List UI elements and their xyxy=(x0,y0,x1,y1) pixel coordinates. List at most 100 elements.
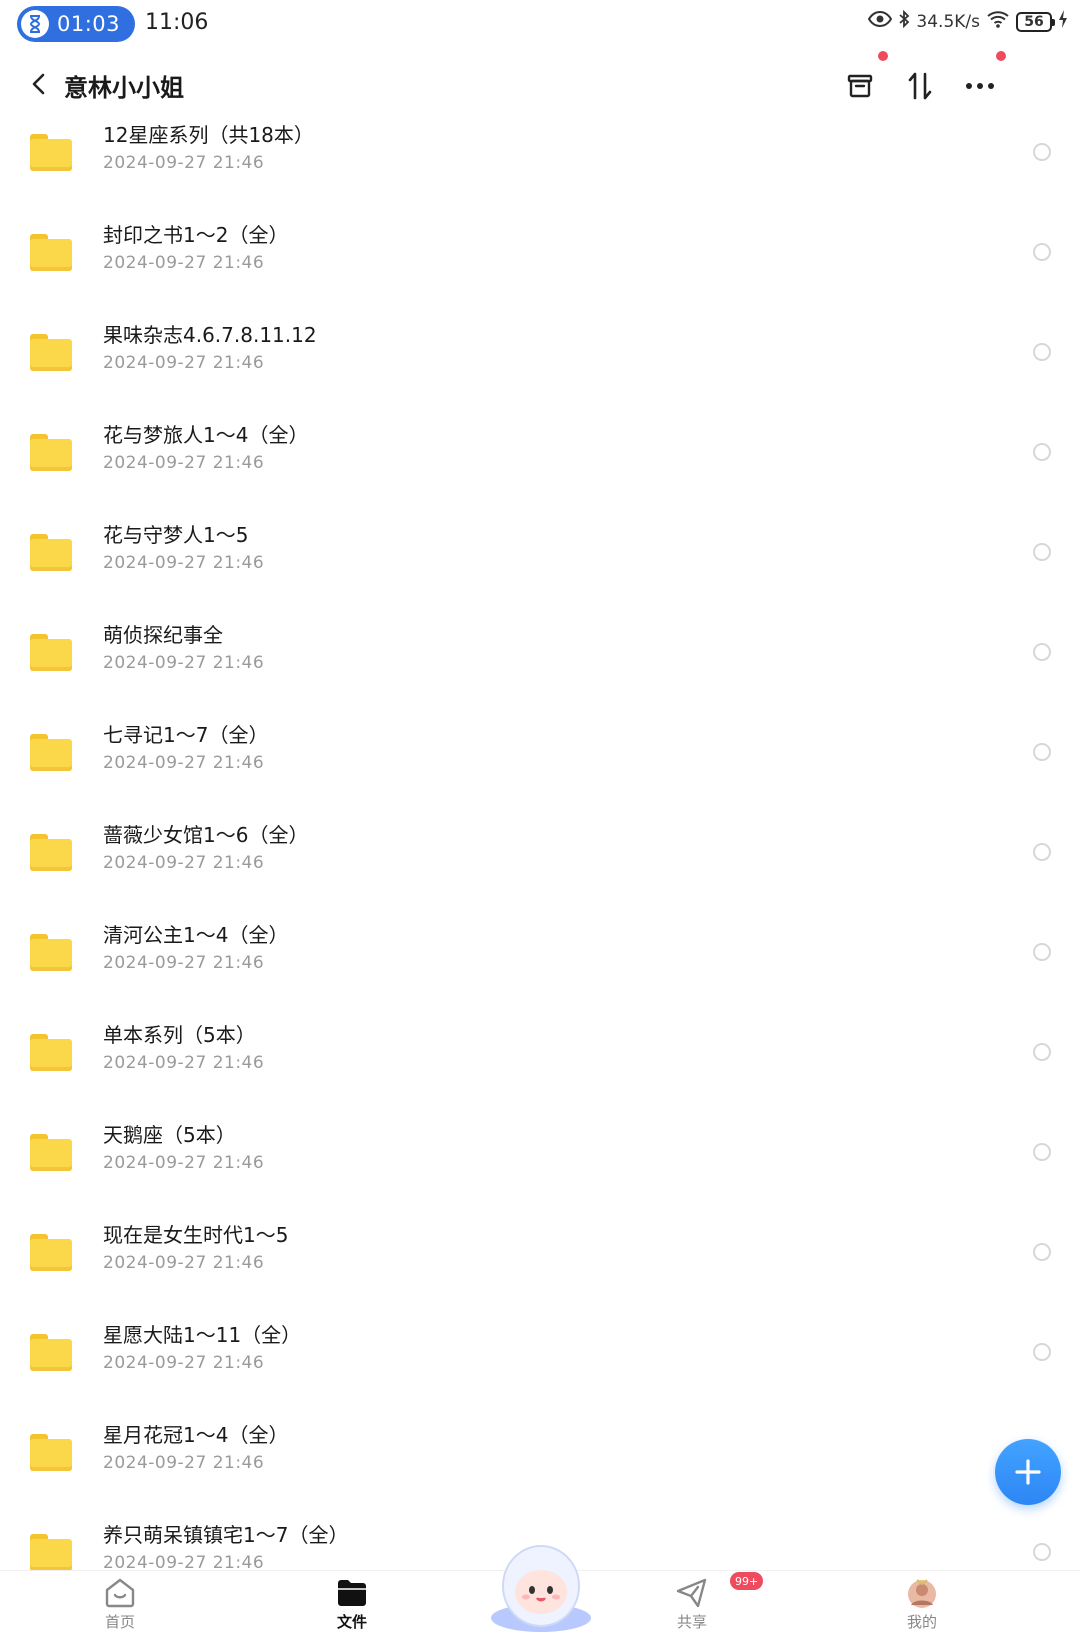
folder-name: 星月花冠1～4（全） xyxy=(103,1423,289,1447)
folder-date: 2024-09-27 21:46 xyxy=(103,253,265,273)
folder-date: 2024-09-27 21:46 xyxy=(103,853,265,873)
folder-date: 2024-09-27 21:46 xyxy=(103,953,265,973)
select-radio[interactable] xyxy=(1033,1243,1051,1261)
select-radio[interactable] xyxy=(1033,343,1051,361)
list-item[interactable]: 清河公主1～4（全） 2024-09-27 21:46 xyxy=(0,910,1080,1010)
add-button[interactable] xyxy=(995,1439,1061,1505)
back-button[interactable] xyxy=(22,68,54,100)
more-button[interactable] xyxy=(960,66,1000,106)
folder-icon xyxy=(30,434,72,471)
folder-date: 2024-09-27 21:46 xyxy=(103,1153,265,1173)
list-item[interactable]: 单本系列（5本） 2024-09-27 21:46 xyxy=(0,1010,1080,1110)
battery-indicator: 56 xyxy=(1016,11,1055,32)
folder-date: 2024-09-27 21:46 xyxy=(103,553,265,573)
select-radio[interactable] xyxy=(1033,443,1051,461)
back-icon xyxy=(32,73,45,95)
folder-date: 2024-09-27 21:46 xyxy=(103,153,265,173)
list-item[interactable]: 12星座系列（共18本） 2024-09-27 21:46 xyxy=(0,110,1080,210)
folder-name: 蔷薇少女馆1～6（全） xyxy=(103,823,309,847)
list-item[interactable]: 花与梦旅人1～4（全） 2024-09-27 21:46 xyxy=(0,410,1080,510)
select-radio[interactable] xyxy=(1033,543,1051,561)
hourglass-icon xyxy=(21,10,49,38)
eye-icon xyxy=(868,10,893,32)
folder-name: 花与梦旅人1～4（全） xyxy=(103,423,309,447)
nav-home[interactable]: 首页 xyxy=(70,1577,170,1641)
share-icon xyxy=(676,1578,707,1608)
folder-date: 2024-09-27 21:46 xyxy=(103,753,265,773)
list-item[interactable]: 七寻记1～7（全） 2024-09-27 21:46 xyxy=(0,710,1080,810)
list-item[interactable]: 花与守梦人1～5 2024-09-27 21:46 xyxy=(0,510,1080,610)
files-icon xyxy=(338,1580,366,1606)
folder-date: 2024-09-27 21:46 xyxy=(103,653,265,673)
select-radio[interactable] xyxy=(1033,1543,1051,1561)
select-radio[interactable] xyxy=(1033,143,1051,161)
nav-mine[interactable]: 我的 xyxy=(872,1577,972,1641)
wifi-icon xyxy=(986,10,1010,33)
nav-files-label: 文件 xyxy=(336,1613,367,1631)
plus-icon xyxy=(1015,1459,1041,1485)
list-item[interactable]: 星月花冠1～4（全） 2024-09-27 21:46 xyxy=(0,1410,1080,1510)
list-item[interactable]: 萌侦探纪事全 2024-09-27 21:46 xyxy=(0,610,1080,710)
folder-icon xyxy=(30,634,72,671)
folder-name: 花与守梦人1～5 xyxy=(103,523,249,547)
list-item[interactable]: 天鹅座（5本） 2024-09-27 21:46 xyxy=(0,1110,1080,1210)
folder-icon xyxy=(30,1034,72,1071)
select-radio[interactable] xyxy=(1033,643,1051,661)
folder-icon xyxy=(30,334,72,371)
header: 意林小小姐 xyxy=(0,51,1080,112)
folder-icon xyxy=(30,1534,72,1570)
select-radio[interactable] xyxy=(1033,243,1051,261)
list-item[interactable]: 封印之书1～2（全） 2024-09-27 21:46 xyxy=(0,210,1080,310)
folder-icon xyxy=(30,834,72,871)
folder-name: 单本系列（5本） xyxy=(103,1023,256,1047)
folder-icon xyxy=(30,1434,72,1471)
folder-date: 2024-09-27 21:46 xyxy=(103,1453,265,1473)
status-icons: 34.5K/s 56 xyxy=(868,9,1068,33)
folder-name: 封印之书1～2（全） xyxy=(103,223,289,247)
folder-date: 2024-09-27 21:46 xyxy=(103,353,265,373)
folder-icon xyxy=(30,534,72,571)
select-radio[interactable] xyxy=(1033,1043,1051,1061)
folder-icon xyxy=(30,1134,72,1171)
select-radio[interactable] xyxy=(1033,843,1051,861)
folder-date: 2024-09-27 21:46 xyxy=(103,1253,265,1273)
folder-name: 清河公主1～4（全） xyxy=(103,923,289,947)
folder-name: 星愿大陆1～11（全） xyxy=(103,1323,302,1347)
folder-date: 2024-09-27 21:46 xyxy=(103,1353,265,1373)
timer-pill[interactable]: 01:03 xyxy=(17,6,135,42)
mascot-button[interactable] xyxy=(488,1540,594,1636)
folder-icon xyxy=(30,1234,72,1271)
select-radio[interactable] xyxy=(1033,743,1051,761)
folder-date: 2024-09-27 21:46 xyxy=(103,453,265,473)
archive-icon xyxy=(847,74,873,98)
nav-share[interactable]: 共享 xyxy=(642,1577,742,1641)
nav-share-label: 共享 xyxy=(676,1613,707,1631)
list-item[interactable]: 星愿大陆1～11（全） 2024-09-27 21:46 xyxy=(0,1310,1080,1410)
folder-name: 天鹅座（5本） xyxy=(103,1123,236,1147)
select-radio[interactable] xyxy=(1033,943,1051,961)
share-badge: 99+ xyxy=(730,1572,764,1590)
list-item[interactable]: 现在是女生时代1～5 2024-09-27 21:46 xyxy=(0,1210,1080,1310)
select-radio[interactable] xyxy=(1033,1343,1051,1361)
list-item[interactable]: 蔷薇少女馆1～6（全） 2024-09-27 21:46 xyxy=(0,810,1080,910)
file-list: 12星座系列（共18本） 2024-09-27 21:46 封印之书1～2（全） 20… xyxy=(0,110,1080,1570)
status-bar: 01:03 11:06 34.5K/s 56 xyxy=(0,0,1080,48)
home-icon xyxy=(105,1578,135,1608)
folder-icon xyxy=(30,234,72,271)
sort-button[interactable] xyxy=(900,66,940,106)
timer-text: 01:03 xyxy=(57,12,121,36)
folder-name: 果味杂志4.6.7.8.11.12 xyxy=(103,323,317,347)
archive-button[interactable] xyxy=(840,66,880,106)
nav-home-label: 首页 xyxy=(104,1613,135,1631)
more-notification-dot xyxy=(996,51,1006,61)
clock: 11:06 xyxy=(145,10,209,35)
bluetooth-icon xyxy=(898,9,910,33)
folder-date: 2024-09-27 21:46 xyxy=(103,1053,265,1073)
folder-date: 2024-09-27 21:46 xyxy=(103,1553,265,1570)
select-radio[interactable] xyxy=(1033,1143,1051,1161)
folder-icon xyxy=(30,934,72,971)
folder-icon xyxy=(30,1334,72,1371)
list-item[interactable]: 果味杂志4.6.7.8.11.12 2024-09-27 21:46 xyxy=(0,310,1080,410)
nav-files[interactable]: 文件 xyxy=(302,1577,402,1641)
nav-mine-label: 我的 xyxy=(906,1613,937,1631)
